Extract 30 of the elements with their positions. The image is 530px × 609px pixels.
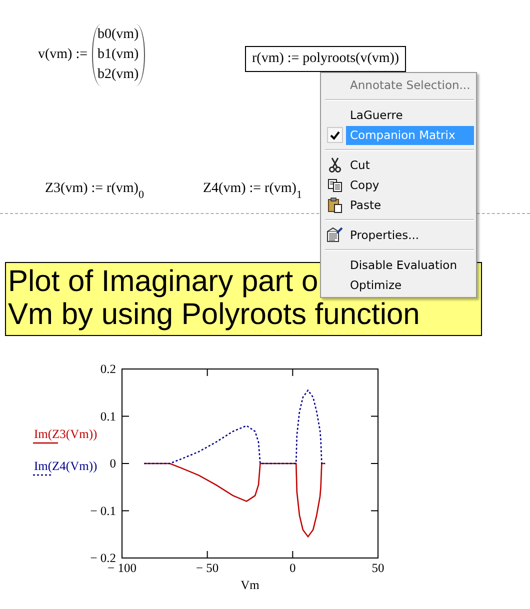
tick-label: 0 [110,456,116,470]
title-line: Plot of Imaginary part o [8,265,318,298]
clipboard-icon [326,197,342,213]
legend-label: Im(Z3(Vm)) [34,427,98,441]
form-icon [326,227,343,243]
matrix-element: b2(vm) [98,66,139,84]
axis-label: Vm [240,578,260,592]
tick-label: − 50 [196,561,219,575]
matrix-element: b0(vm) [98,26,139,44]
menu-item[interactable]: Disable Evaluation [346,256,474,274]
menu-item[interactable]: Cut [346,156,474,174]
menu-item[interactable]: Copy [346,176,474,194]
copy-icon [326,178,342,192]
menu-item[interactable]: Properties... [346,226,474,244]
menu-item[interactable]: Optimize [346,276,474,294]
tick-label: − 0.1 [90,504,116,518]
math-expression: Z4(vm) := r(vm)$_{1}$ [202,180,303,203]
tick-label: 50 [372,561,384,575]
math-expression: Z3(vm) := r(vm)$_{0}$ [44,180,145,203]
menu-item[interactable]: LaGuerre [346,106,474,124]
tick-label: 0 [290,561,296,575]
menu-item[interactable]: Paste [346,196,474,214]
legend-label: Im(Z4(Vm)) [34,459,98,473]
title-line: Vm by using Polyroots function [8,298,420,331]
math-expression: v(vm) := [38,47,88,63]
tick-label: 0.1 [100,409,116,424]
matrix-element: b1(vm) [98,46,139,64]
scissors-icon [328,157,342,173]
math-expression: r(vm) := polyroots(v(vm)) [245,46,406,72]
tick-label: 0.2 [100,362,116,376]
